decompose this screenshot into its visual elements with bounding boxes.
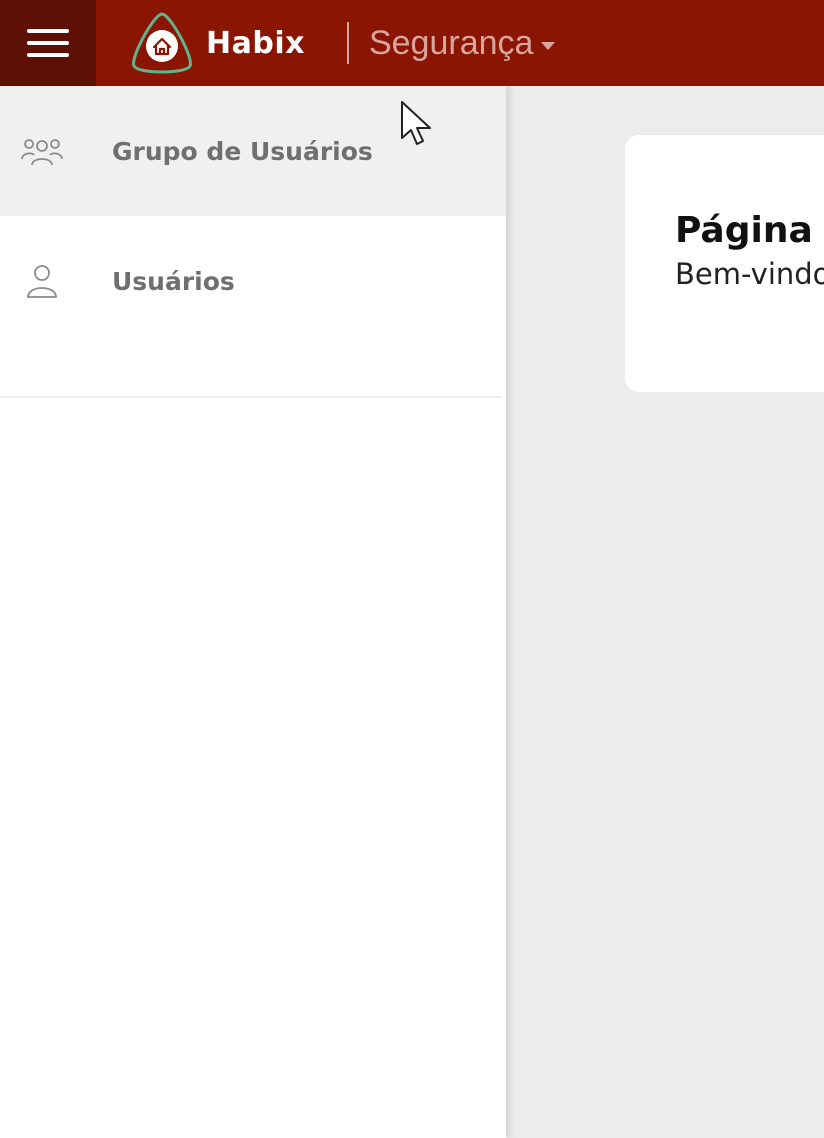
module-label: Segurança [368, 23, 534, 62]
sidebar-item-label: Usuários [112, 266, 235, 296]
header-divider [346, 22, 349, 64]
hamburger-icon [27, 21, 69, 65]
welcome-text: Bem-vindo [675, 257, 824, 291]
brand[interactable]: Habix [126, 10, 305, 76]
users-group-icon [21, 139, 63, 166]
house-logo-icon [132, 12, 192, 74]
user-icon [27, 265, 57, 298]
sidebar-divider [0, 396, 502, 398]
page-title: Página i [675, 210, 824, 251]
sidebar: Grupo de Usuários Usuários [0, 86, 506, 1138]
welcome-card: Página i Bem-vindo [625, 135, 824, 392]
hamburger-menu-button[interactable] [0, 0, 96, 86]
brand-name: Habix [206, 25, 305, 61]
sidebar-item-label: Grupo de Usuários [112, 136, 373, 166]
caret-down-icon [541, 42, 556, 50]
module-selector[interactable]: Segurança [368, 23, 556, 63]
sidebar-item-usuarios[interactable]: Usuários [0, 216, 506, 346]
mouse-pointer-icon [401, 101, 431, 145]
top-bar: Habix Segurança [0, 0, 824, 86]
